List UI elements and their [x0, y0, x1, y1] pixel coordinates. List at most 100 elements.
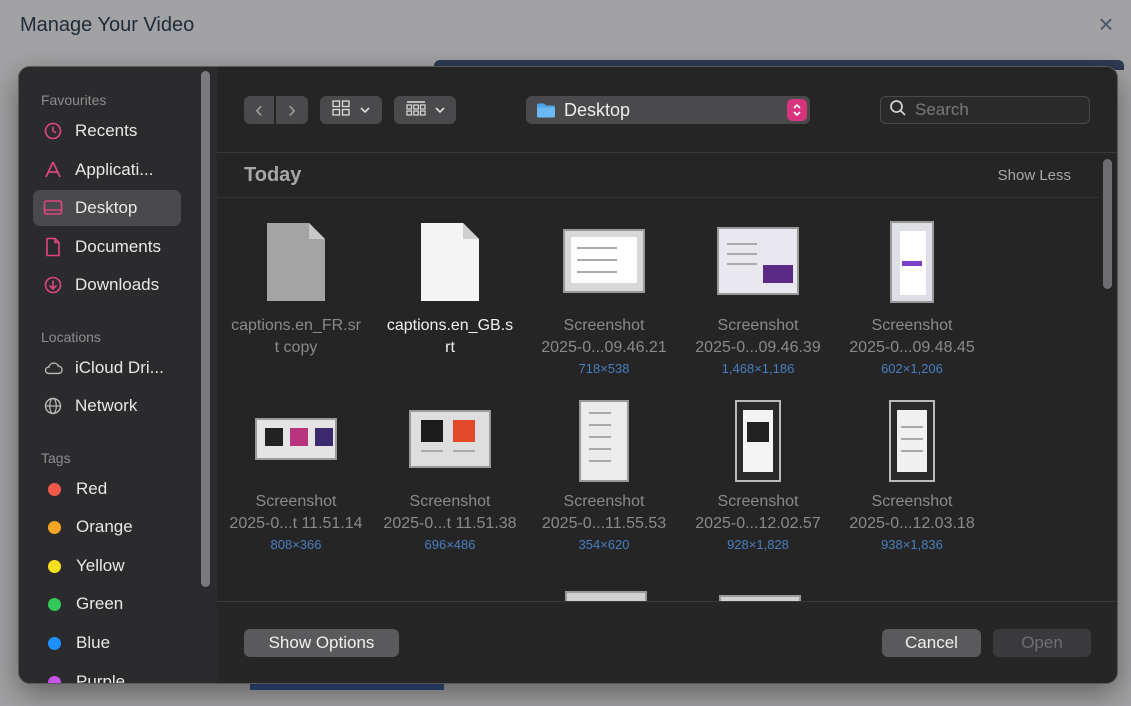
file-dimensions: 928×1,828: [727, 537, 789, 552]
sidebar-item-label: Documents: [75, 237, 161, 256]
screenshot-thumbnail: [563, 229, 645, 293]
show-less-button[interactable]: Show Less: [998, 167, 1071, 184]
sidebar-item-icloud[interactable]: iCloud Dri...: [33, 350, 181, 386]
updown-chevron-icon: [787, 99, 807, 121]
tag-blue[interactable]: Blue: [33, 625, 181, 661]
sidebar-item-label: iCloud Dri...: [75, 358, 164, 377]
file-name: Screenshot 2025-0...09.46.39: [695, 317, 821, 356]
document-file-icon: [421, 223, 479, 301]
folder-icon: [536, 102, 556, 118]
file-dimensions: 718×538: [578, 361, 630, 376]
tag-label: Red: [76, 479, 108, 498]
tag-label: Green: [76, 594, 124, 613]
back-button[interactable]: ‹: [244, 96, 274, 124]
tag-purple[interactable]: Purple: [33, 664, 181, 683]
applications-icon: [43, 160, 63, 180]
globe-icon: [43, 396, 63, 416]
screenshot-thumbnail-partial[interactable]: [565, 591, 647, 601]
view-mode-button[interactable]: [320, 96, 382, 124]
sidebar-item-label: Downloads: [75, 275, 160, 294]
file-thumbnail: [529, 400, 679, 482]
dialog-footer: Show Options Cancel Open: [217, 601, 1117, 683]
screenshot-thumbnail: [890, 221, 934, 303]
file-thumbnail: [375, 221, 525, 301]
location-label: Desktop: [564, 99, 631, 120]
tag-dot-icon: [48, 675, 61, 683]
file-name: Screenshot 2025-0...t 11.51.14: [229, 493, 363, 532]
screenshot-thumbnail: [409, 410, 491, 468]
forward-button[interactable]: ›: [276, 96, 308, 124]
cloud-icon: [43, 358, 63, 378]
file-name: Screenshot 2025-0...t 11.51.38: [383, 493, 517, 532]
locations-heading: Locations: [41, 329, 101, 345]
file-thumbnail: [375, 408, 525, 468]
file-open-dialog: Favourites Recents Applicati... Desktop …: [18, 66, 1118, 684]
group-grid-icon: [405, 100, 426, 121]
tag-dot-icon: [48, 559, 61, 573]
close-icon[interactable]: ×: [1094, 11, 1118, 37]
file-thumbnail: [221, 221, 371, 301]
file-dimensions: 1,468×1,186: [721, 361, 795, 376]
search-field[interactable]: [880, 96, 1090, 124]
section-header: Today Show Less: [217, 154, 1099, 198]
chevron-right-icon: ›: [288, 96, 296, 123]
screenshot-thumbnail: [717, 227, 799, 295]
screenshot-thumbnail: [889, 400, 935, 482]
chevron-left-icon: ‹: [255, 96, 263, 123]
icon-grid-icon: [332, 99, 350, 121]
sidebar-item-documents[interactable]: Documents: [33, 229, 181, 265]
group-by-button[interactable]: [394, 96, 456, 124]
tags-heading: Tags: [41, 450, 71, 466]
cancel-button[interactable]: Cancel: [882, 629, 981, 657]
file-dimensions: 808×366: [270, 537, 322, 552]
file-name: Screenshot 2025-0...09.48.45: [849, 317, 975, 356]
file-dimensions: 354×620: [578, 537, 630, 552]
clock-icon: [43, 121, 63, 141]
location-popup[interactable]: Desktop: [526, 96, 810, 124]
sidebar-item-label: Desktop: [75, 198, 138, 217]
file-name: Screenshot 2025-0...12.02.57: [695, 493, 821, 532]
file-dimensions: 938×1,836: [881, 537, 943, 552]
open-button[interactable]: Open: [993, 629, 1091, 657]
file-thumbnail: [529, 227, 679, 293]
tag-green[interactable]: Green: [33, 586, 181, 622]
tag-dot-icon: [48, 597, 61, 611]
desktop-icon: [43, 198, 63, 218]
sidebar-item-applications[interactable]: Applicati...: [33, 152, 181, 188]
toolbar: ‹ › Desktop Search: [217, 67, 1117, 153]
sidebar-item-label: Applicati...: [75, 160, 154, 179]
file-name: captions.en_GB.s rt: [386, 317, 514, 356]
screenshot-thumbnail: [735, 400, 781, 482]
file-thumbnail: [683, 227, 833, 295]
screenshot-thumbnail: [255, 418, 337, 460]
screenshot-thumbnail: [579, 400, 629, 482]
sidebar-item-network[interactable]: Network: [33, 388, 181, 424]
tag-red[interactable]: Red: [33, 471, 181, 507]
sidebar-scrollbar[interactable]: [201, 71, 210, 587]
tag-yellow[interactable]: Yellow: [33, 548, 181, 584]
file-browser: ‹ › Desktop Search Today Show Less capti…: [217, 67, 1117, 683]
sidebar: Favourites Recents Applicati... Desktop …: [19, 67, 217, 683]
tag-dot-icon: [48, 520, 61, 534]
search-input[interactable]: [915, 100, 1085, 120]
file-thumbnail: [837, 400, 987, 482]
tag-label: Blue: [76, 633, 111, 652]
sidebar-item-downloads[interactable]: Downloads: [33, 267, 181, 303]
file-name: Screenshot 2025-0...11.55.53: [541, 493, 667, 532]
sidebar-item-desktop[interactable]: Desktop: [33, 190, 181, 226]
sidebar-item-recents[interactable]: Recents: [33, 113, 181, 149]
tag-dot-icon: [48, 636, 61, 650]
tag-label: Orange: [76, 517, 133, 536]
file-thumbnail: [221, 416, 371, 460]
favourites-heading: Favourites: [41, 92, 107, 108]
download-icon: [43, 275, 63, 295]
tag-orange[interactable]: Orange: [33, 509, 181, 545]
tag-dot-icon: [48, 482, 61, 496]
file-scrollbar[interactable]: [1103, 159, 1112, 289]
sidebar-item-label: Network: [75, 396, 138, 415]
show-options-button[interactable]: Show Options: [244, 629, 399, 657]
document-file-icon: [267, 223, 325, 301]
file-thumbnail: [837, 221, 987, 303]
file-dimensions: 696×486: [424, 537, 476, 552]
section-title: Today: [244, 164, 302, 186]
